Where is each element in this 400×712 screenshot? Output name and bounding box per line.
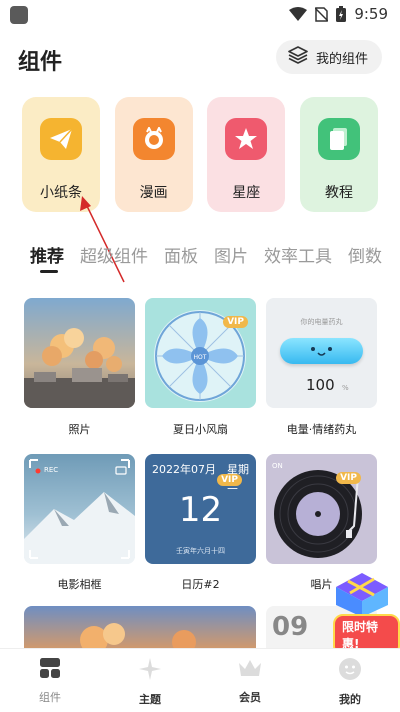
- sunset-clouds-image: [24, 328, 135, 408]
- face-icon: [311, 347, 332, 356]
- star-icon: [225, 118, 268, 160]
- snow-mountain-image: [24, 459, 135, 564]
- shortcut-label: 漫画: [139, 185, 168, 201]
- nav-membership[interactable]: 会员: [200, 649, 300, 712]
- vinyl-record-icon: [274, 470, 362, 558]
- paper-plane-icon: [40, 118, 82, 160]
- widget-card-label: 夏日小风扇: [173, 423, 228, 436]
- nav-widgets[interactable]: 组件: [0, 649, 100, 712]
- widget-card-battery-pill[interactable]: 你的电量药丸 100 %: [266, 298, 377, 408]
- shortcut-tile-tutorial[interactable]: 教程: [299, 97, 378, 212]
- promo-gift-button[interactable]: [330, 565, 392, 617]
- fan-icon: HOT: [154, 310, 246, 402]
- calendar-day: 12: [178, 490, 223, 530]
- rec-label: REC: [44, 466, 59, 474]
- widget-card-label: 电量·情绪药丸: [286, 423, 357, 436]
- profile-icon: [338, 657, 362, 685]
- my-widgets-button[interactable]: 我的组件: [275, 40, 382, 74]
- category-tabs: 推荐 超级组件 面板 图片 效率工具 倒数: [30, 242, 382, 267]
- vip-badge: VIP: [336, 472, 361, 484]
- widget-card-fan[interactable]: HOT VIP: [145, 298, 256, 408]
- shortcut-label: 教程: [324, 185, 353, 201]
- tab-recommended[interactable]: 推荐: [30, 242, 64, 267]
- shortcut-label: 小纸条: [40, 185, 82, 201]
- cloud-image: [80, 623, 196, 650]
- widget-card-wide-photo[interactable]: [24, 606, 256, 650]
- battery-percent: 100: [306, 376, 335, 394]
- nav-label: 会员: [239, 691, 261, 704]
- widget-card-calendar[interactable]: 2022年07月 星期二 12 壬寅年六月十四 VIP: [145, 454, 256, 564]
- tab-productivity[interactable]: 效率工具: [264, 242, 332, 267]
- pill-title: 你的电量药丸: [300, 318, 343, 326]
- bottom-nav: 组件 主题 会员 我的: [0, 648, 400, 712]
- fan-center-label: HOT: [194, 354, 207, 361]
- layers-icon: [288, 46, 308, 68]
- active-tab-indicator: [40, 270, 58, 273]
- shortcut-tile-note[interactable]: 小纸条: [22, 97, 100, 212]
- tab-images[interactable]: 图片: [214, 242, 248, 267]
- no-sim-icon: [315, 6, 329, 22]
- wifi-icon: [289, 7, 308, 21]
- crown-icon: [237, 657, 263, 683]
- widget-card-label: 日历#2: [181, 578, 220, 591]
- page-title: 组件: [18, 50, 63, 75]
- widget-card-record[interactable]: ON VIP: [266, 454, 377, 564]
- nav-profile[interactable]: 我的: [300, 649, 400, 712]
- tab-panels[interactable]: 面板: [164, 242, 198, 267]
- gift-box-icon: [336, 573, 388, 617]
- widgets-icon: [39, 657, 61, 683]
- calendar-lunar-date: 壬寅年六月十四: [176, 547, 225, 555]
- document-icon: [317, 118, 360, 160]
- on-label: ON: [272, 462, 283, 470]
- tab-countdown[interactable]: 倒数: [348, 242, 382, 267]
- widget-card-movie-frame[interactable]: REC: [24, 454, 135, 564]
- shortcut-tile-zodiac[interactable]: 星座: [207, 97, 286, 212]
- clock-digits: 09: [272, 612, 309, 642]
- comic-icon: [132, 118, 175, 160]
- my-widgets-label: 我的组件: [315, 51, 368, 67]
- calendar-month: 2022年07月: [152, 463, 216, 476]
- shortcut-tiles: 小纸条 漫画 星座 教程: [22, 97, 378, 212]
- nav-themes[interactable]: 主题: [100, 649, 200, 712]
- clock-time: 9:59: [354, 5, 388, 23]
- widget-card-photo[interactable]: [24, 298, 135, 408]
- battery-pill: [280, 338, 363, 364]
- widget-card-label: 电影相框: [57, 578, 102, 591]
- vip-badge: VIP: [223, 316, 248, 328]
- shortcut-label: 星座: [232, 185, 261, 201]
- nav-label: 组件: [39, 691, 61, 704]
- vip-badge: VIP: [217, 474, 242, 486]
- shortcut-tile-comic[interactable]: 漫画: [114, 97, 193, 212]
- tab-super-widgets[interactable]: 超级组件: [80, 242, 148, 267]
- notification-icon: [10, 6, 28, 24]
- widget-card-label: 照片: [68, 423, 91, 436]
- nav-label: 主题: [139, 693, 161, 706]
- status-bar: 9:59: [0, 0, 400, 30]
- nav-label: 我的: [339, 693, 361, 706]
- percent-unit: %: [342, 384, 349, 392]
- battery-icon: [336, 6, 347, 22]
- sparkle-icon: [138, 657, 162, 685]
